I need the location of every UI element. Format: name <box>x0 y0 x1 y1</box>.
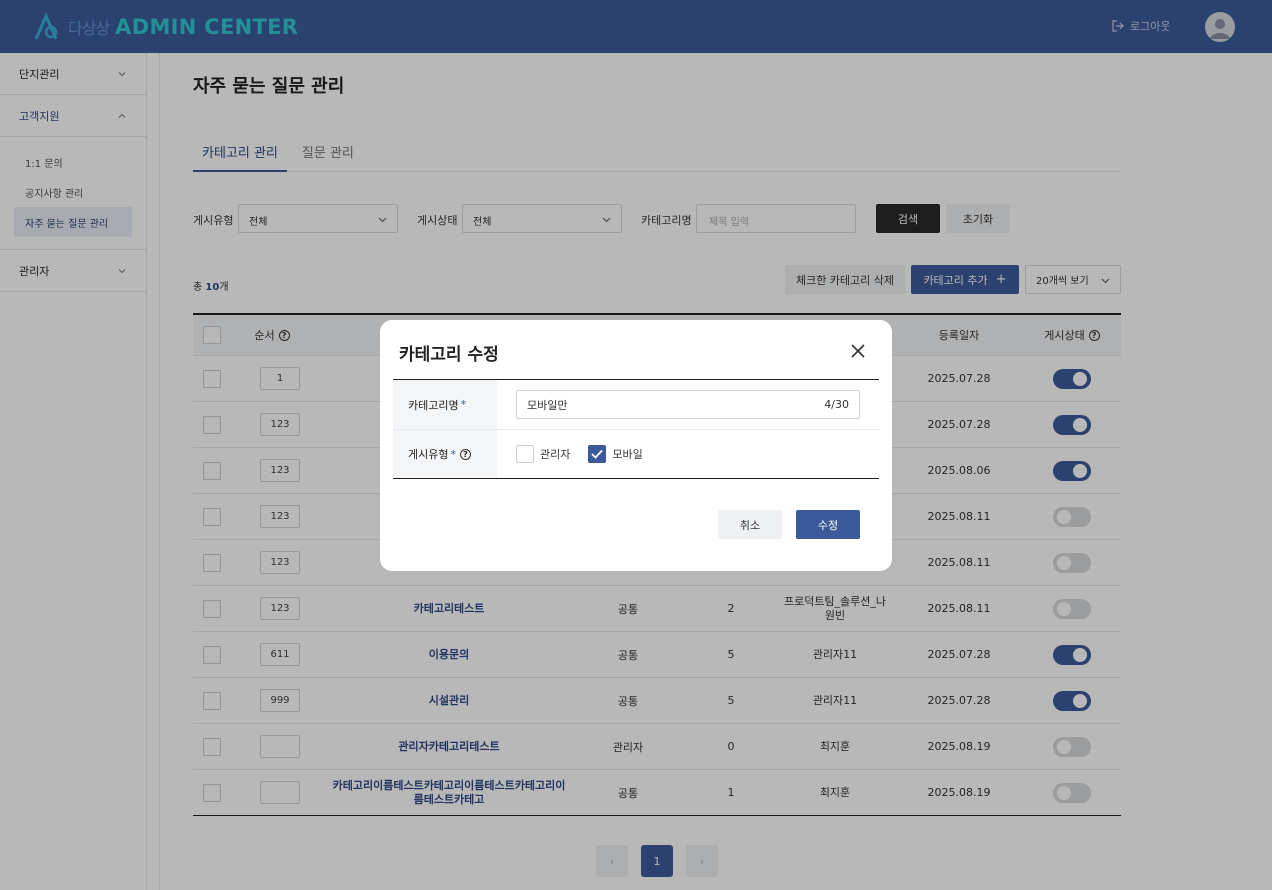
category-name-label-text: 카테고리명 <box>408 398 459 412</box>
check-icon <box>591 449 604 459</box>
modal-title: 카테고리 수정 <box>399 345 499 365</box>
post-type-label: 게시유형 *? <box>393 430 497 478</box>
option-mobile[interactable]: 모바일 <box>588 445 643 463</box>
form-row-type: 게시유형 *? 관리자 모바일 <box>393 429 879 478</box>
mobile-checkbox[interactable] <box>588 445 607 463</box>
edit-category-modal: 카테고리 수정 카테고리명 * 모바일만 4/30 게시유형 *? 관리자 모바… <box>380 320 892 571</box>
post-type-label-text: 게시유형 <box>408 448 449 461</box>
submit-button[interactable]: 수정 <box>796 510 860 539</box>
category-name-label: 카테고리명 * <box>393 380 497 429</box>
required-mark: * <box>450 447 456 461</box>
cancel-button[interactable]: 취소 <box>718 510 782 539</box>
mobile-checkbox-label: 모바일 <box>612 448 643 461</box>
category-name-value: 모바일만 <box>527 398 568 412</box>
help-icon[interactable]: ? <box>459 448 471 460</box>
close-icon[interactable] <box>850 343 866 359</box>
modal-form: 카테고리명 * 모바일만 4/30 게시유형 *? 관리자 모바일 <box>393 379 879 479</box>
option-admin[interactable]: 관리자 <box>516 445 570 463</box>
form-row-name: 카테고리명 * 모바일만 4/30 <box>393 380 879 429</box>
required-mark: * <box>460 398 467 411</box>
category-name-input[interactable]: 모바일만 4/30 <box>516 390 860 419</box>
char-counter: 4/30 <box>824 398 849 411</box>
admin-checkbox-label: 관리자 <box>540 448 571 461</box>
admin-checkbox[interactable] <box>516 445 534 463</box>
post-type-cell: 관리자 모바일 <box>497 430 879 478</box>
category-name-cell: 모바일만 4/30 <box>497 380 879 429</box>
